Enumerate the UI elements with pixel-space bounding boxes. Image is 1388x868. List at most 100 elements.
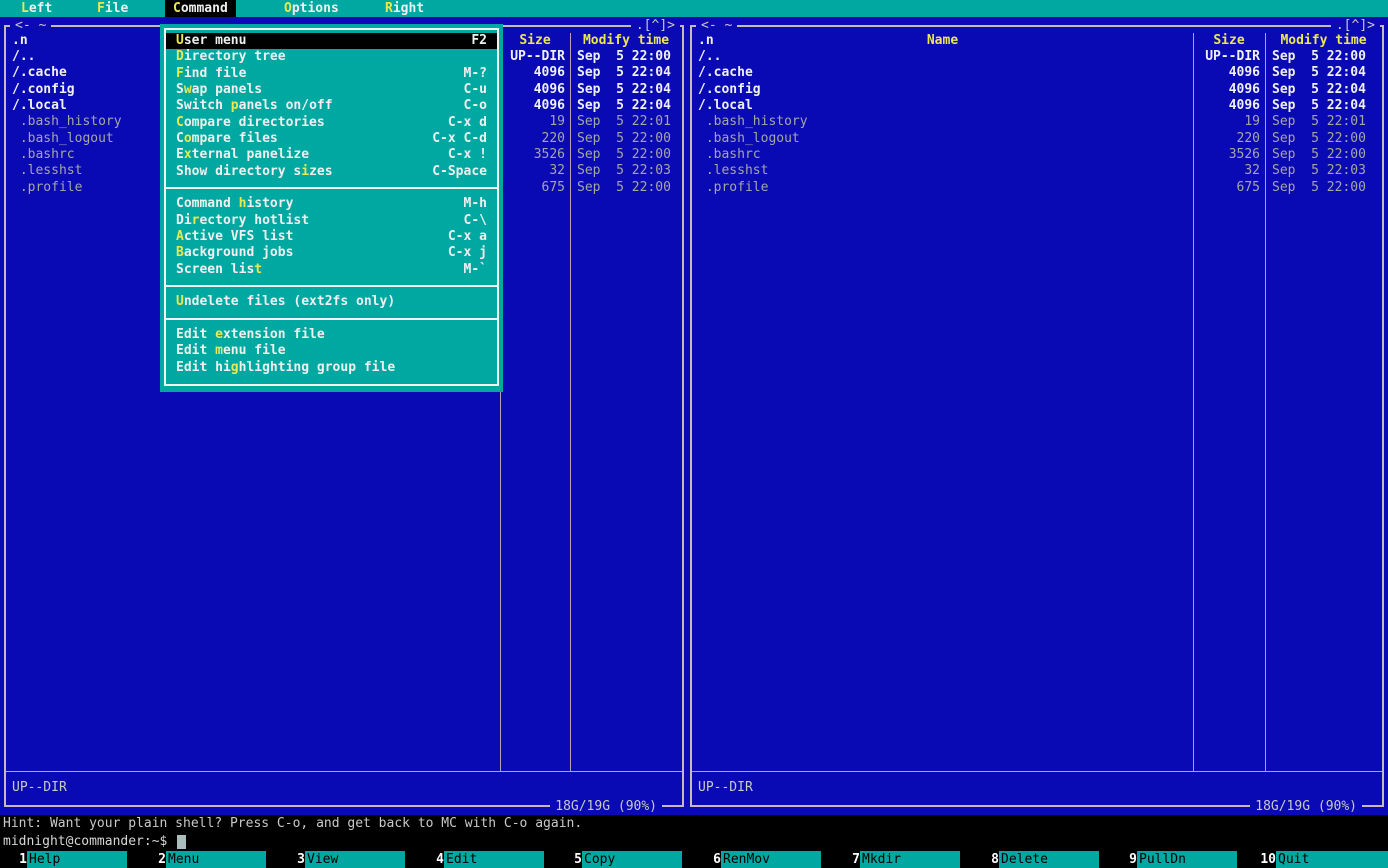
fnkey-help[interactable]: 1Help [0,851,127,868]
menu-item-command-history[interactable]: Command historyM-h [166,196,497,212]
column-header-size[interactable]: Size [500,33,570,49]
menu-item-switch-panels-on-off[interactable]: Switch panels on/offC-o [166,98,497,114]
label-post: ectory hotlist [199,213,309,228]
menubar-item-command[interactable]: Command [165,0,236,17]
file-time: Sep 5 22:03 [1265,163,1382,179]
fnkey-label: Delete [999,851,1099,868]
file-time: Sep 5 22:04 [570,98,682,114]
fnkey-view[interactable]: 3View [278,851,405,868]
menubar-item-options[interactable]: Options [276,0,347,17]
table-row[interactable]: .bash_history19Sep 5 22:01 [692,114,1382,130]
label-pre: E [176,147,184,162]
table-row[interactable]: .profile675Sep 5 22:00 [692,180,1382,196]
table-row[interactable]: .lesshst32Sep 5 22:03 [692,163,1382,179]
menu-item-swap-panels[interactable]: Swap panelsC-u [166,82,497,98]
label-post: hlighting group file [239,360,396,375]
label-pre: Switch [176,98,231,113]
menu-item-active-vfs-list[interactable]: Active VFS listC-x a [166,229,497,245]
menu-item-undelete-files[interactable]: Undelete files (ext2fs only) [166,294,497,310]
file-size: 4096 [1193,65,1265,81]
menu-items: User menuF2 Directory tree Find fileM-? … [166,33,497,376]
file-size: 32 [500,163,570,179]
column-header-modify-time[interactable]: Modify time [1265,33,1382,49]
menu-item-label: Directory hotlist [176,213,309,229]
file-size: UP--DIR [1193,49,1265,65]
prompt-text: midnight@commander:~$ [3,834,175,849]
right-panel-corner-buttons[interactable]: .[^]> [1331,18,1380,34]
menu-item-edit-highlighting-group-file[interactable]: Edit highlighting group file [166,360,497,376]
menu-item-compare-files[interactable]: Compare filesC-x C-d [166,131,497,147]
fnkey-quit[interactable]: 10Quit [1249,851,1388,868]
file-time: Sep 5 22:04 [570,65,682,81]
label-post: istory [246,196,293,211]
file-size: 4096 [1193,82,1265,98]
label-pre: Command [176,196,239,211]
menu-item-external-panelize[interactable]: External panelizeC-x ! [166,147,497,163]
fnkey-pulldn[interactable]: 9PullDn [1110,851,1237,868]
menu-item-label: User menu [176,33,246,49]
label-hotkey: F [176,66,184,81]
menu-separator [166,311,497,327]
fnkey-edit[interactable]: 4Edit [417,851,544,868]
label-pre: Screen lis [176,262,254,277]
fnkey-mkdir[interactable]: 7Mkdir [833,851,960,868]
menu-item-find-file[interactable]: Find fileM-? [166,66,497,82]
fnkey-delete[interactable]: 8Delete [972,851,1099,868]
label-pre: Edit hi [176,360,231,375]
label-post: anels on/off [239,98,333,113]
menu-item-label: Directory tree [176,49,286,65]
left-panel-disk-usage: 18G/19G (90%) [550,799,662,815]
table-row[interactable]: .bash_logout220Sep 5 22:00 [692,131,1382,147]
file-size: 3526 [1193,147,1265,163]
menu-item-background-jobs[interactable]: Background jobsC-x j [166,245,497,261]
file-name: /.cache [692,65,1193,81]
menu-item-compare-directories[interactable]: Compare directoriesC-x d [166,115,497,131]
file-time: Sep 5 22:00 [1265,180,1382,196]
table-row[interactable]: /.cache4096Sep 5 22:04 [692,65,1382,81]
column-header-size[interactable]: Size [1193,33,1265,49]
fnkey-renmov[interactable]: 6RenMov [694,851,821,868]
right-panel: <- ~ .[^]> .n Name Size Modify time /..U… [690,25,1384,807]
menubar-item-right[interactable]: Right [377,0,432,17]
menu-shortcut: C-u [464,82,487,98]
label-post: ind file [184,66,247,81]
menu-shortcut: C-Space [432,164,487,180]
fnkey-copy[interactable]: 5Copy [555,851,682,868]
menu-item-show-directory-sizes[interactable]: Show directory sizesC-Space [166,164,497,180]
label-post: ndelete files (ext2fs only) [184,294,395,309]
table-row[interactable]: /..UP--DIRSep 5 22:00 [692,49,1382,65]
right-panel-path[interactable]: <- ~ [696,18,737,34]
menu-item-label: Switch panels on/off [176,98,333,114]
label-pre: Edit [176,343,215,358]
menu-shortcut: C-\ [464,213,487,229]
left-panel-path[interactable]: <- ~ [10,18,51,34]
label-post: ompare directories [184,115,325,130]
table-row[interactable]: /.config4096Sep 5 22:04 [692,82,1382,98]
menu-item-user-menu[interactable]: User menuF2 [166,33,497,49]
table-row[interactable]: /.local4096Sep 5 22:04 [692,98,1382,114]
menu-item-screen-list[interactable]: Screen list M-` [166,262,497,278]
menu-item-edit-menu-file[interactable]: Edit menu file [166,343,497,359]
label-hotkey: t [254,262,262,277]
menu-separator [166,278,497,294]
file-size: 19 [500,114,570,130]
menu-item-directory-tree[interactable]: Directory tree [166,49,497,65]
label-post: enu file [223,343,286,358]
shell-prompt[interactable]: midnight@commander:~$ [0,833,1388,851]
column-header-modify-time[interactable]: Modify time [570,33,682,49]
menu-item-directory-hotlist[interactable]: Directory hotlist C-\ [166,213,497,229]
menu-item-edit-extension-file[interactable]: Edit extension file [166,327,497,343]
fnkey-menu[interactable]: 2Menu [139,851,266,868]
fnkey-number: 6 [694,851,721,868]
left-panel-corner-buttons[interactable]: .[^]> [631,18,680,34]
right-panel-header: .n Name Size Modify time [692,33,1382,49]
menu-item-label: Edit highlighting group file [176,360,395,376]
menu-shortcut: C-x ! [448,147,487,163]
menubar-item-file[interactable]: File [89,0,136,17]
label-pre: Di [176,213,192,228]
table-row[interactable]: .bashrc3526Sep 5 22:00 [692,147,1382,163]
column-header-name[interactable]: Name [692,33,1193,49]
menu-shortcut: M-` [464,262,487,278]
file-name: /.local [692,98,1193,114]
menubar-item-left[interactable]: Left [13,0,60,17]
